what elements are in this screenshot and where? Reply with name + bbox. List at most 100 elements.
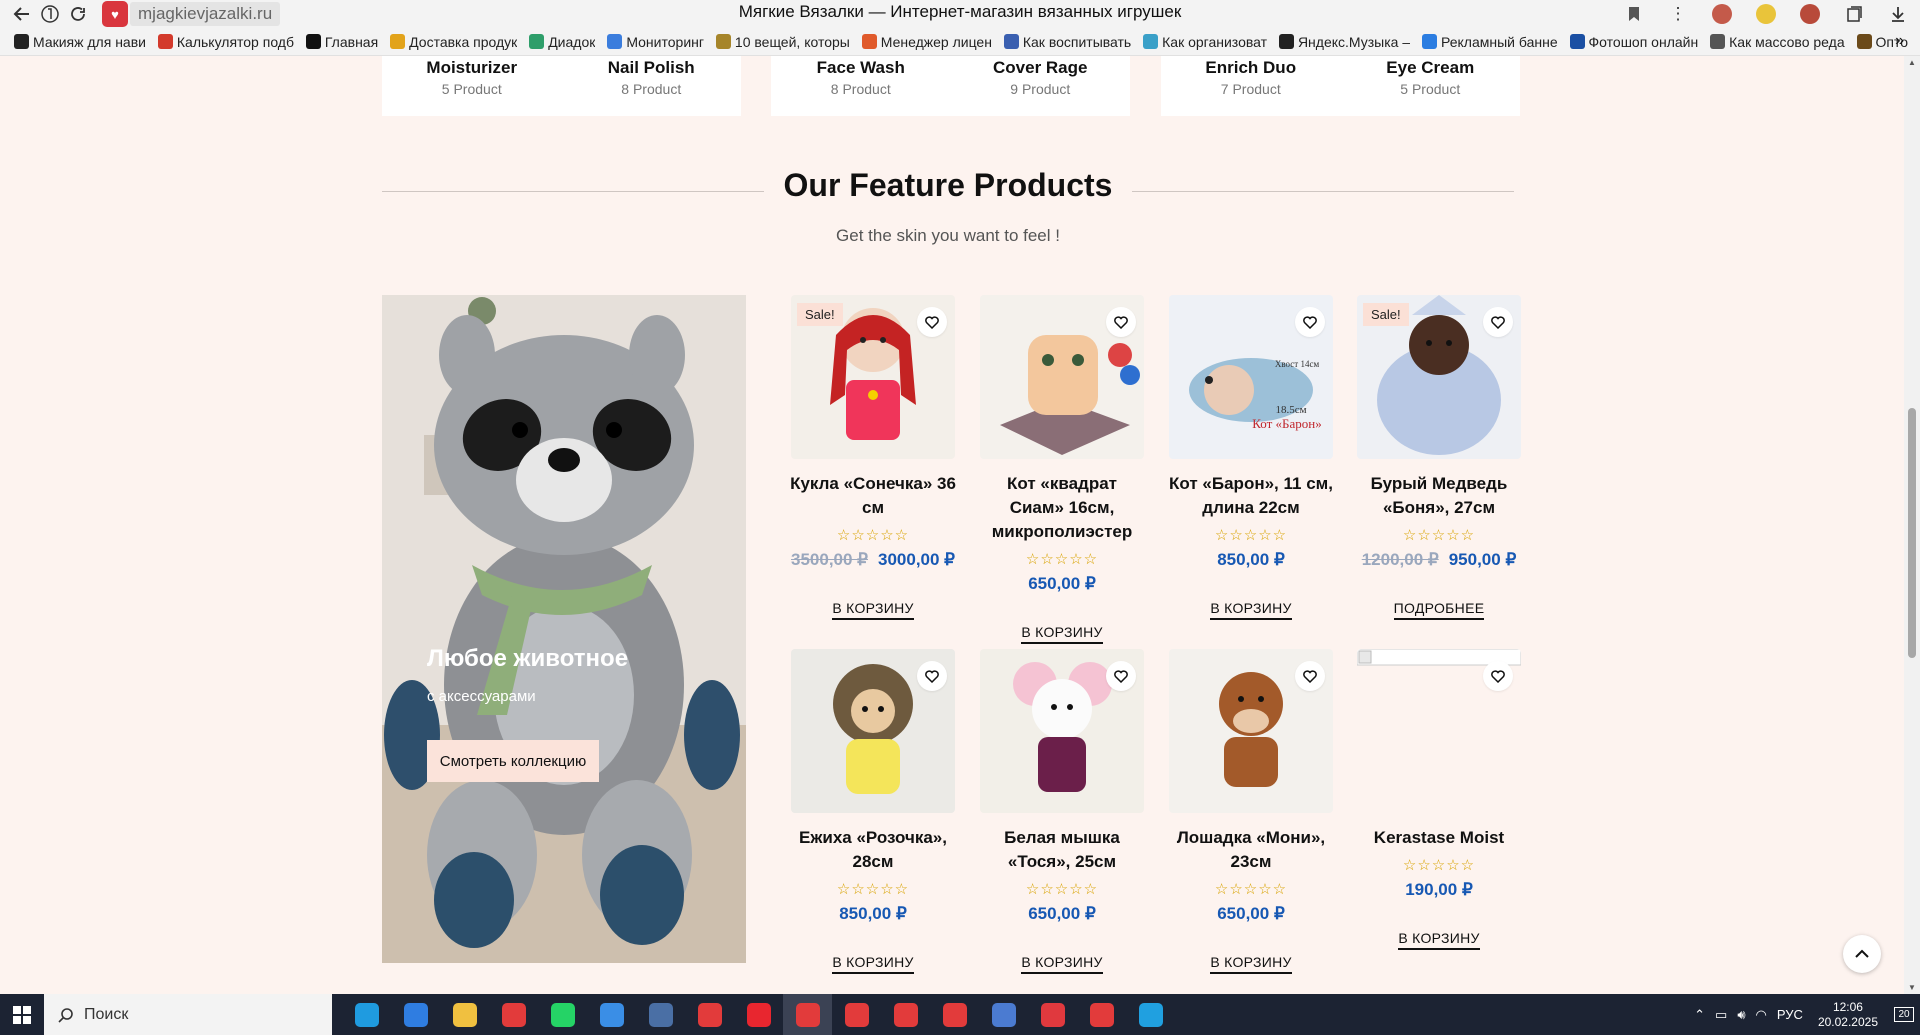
reload-icon[interactable] [64,0,92,28]
bookmark-item[interactable]: Главная [305,34,378,50]
category-item[interactable]: Cover Rage 9 Product [951,56,1131,116]
bookmark-item[interactable]: Фотошоп онлайн [1569,34,1698,50]
taskbar-app[interactable] [636,994,685,1035]
product-name[interactable]: Kerastase Moist [1354,826,1524,850]
taskbar-app[interactable] [930,994,979,1035]
category-name[interactable]: Moisturizer [382,58,562,78]
menu-dots-icon[interactable]: ⋮ [1656,0,1700,28]
product-name[interactable]: Кот «квадрат Сиам» 16см, микрополиэстер [977,472,1147,544]
add-to-cart-button[interactable]: В КОРЗИНУ [1021,954,1103,974]
product-name[interactable]: Кот «Барон», 11 см, длина 22см [1166,472,1336,520]
category-item[interactable]: Face Wash 8 Product [771,56,951,116]
product-card[interactable]: Лошадка «Мони», 23см ☆☆☆☆☆ 650,00 ₽ В КОРЗИ… [1166,649,1336,974]
product-card[interactable]: Sale! Бурый Медведь «Боня», 27см ☆☆☆☆☆ 1200… [1354,295,1524,620]
collection-banner[interactable]: Любое животное с аксессуарами Смотреть к… [382,295,746,963]
product-card[interactable]: Ежиха «Розочка», 28см ☆☆☆☆☆ 850,00 ₽ В КОРЗ… [788,649,958,974]
taskbar-app[interactable] [979,994,1028,1035]
view-collection-button[interactable]: Смотреть коллекцию [427,740,599,782]
category-item[interactable]: Moisturizer 5 Product [382,56,562,116]
details-button[interactable]: ПОДРОБНЕЕ [1393,600,1485,620]
bookmark-item[interactable]: Как массово реда [1710,34,1845,50]
product-image[interactable] [791,649,955,813]
category-item[interactable]: Eye Cream 5 Product [1341,56,1521,116]
product-image[interactable] [980,295,1144,459]
category-name[interactable]: Nail Polish [562,58,742,78]
taskbar-app[interactable] [1028,994,1077,1035]
volume-icon[interactable]: 🔊︎ [1737,1007,1745,1023]
wishlist-heart-icon[interactable] [1295,661,1325,691]
add-to-cart-button[interactable]: В КОРЗИНУ [832,954,914,974]
wishlist-heart-icon[interactable] [1295,307,1325,337]
bookmark-item[interactable]: Как организоват [1143,34,1267,50]
page-scrollbar[interactable]: ▲ ▼ [1904,56,1920,994]
collections-icon[interactable] [1832,0,1876,28]
taskbar-app[interactable] [685,994,734,1035]
scroll-to-top-button[interactable] [1843,935,1881,973]
product-image[interactable] [1357,649,1521,813]
taskbar-app[interactable] [1126,994,1175,1035]
product-image[interactable] [980,649,1144,813]
category-name[interactable]: Cover Rage [951,58,1131,78]
wishlist-heart-icon[interactable] [1106,307,1136,337]
start-button[interactable] [0,994,44,1035]
bookmark-item[interactable]: Яндекс.Музыка – [1278,34,1410,50]
product-name[interactable]: Белая мышка «Тося», 25см [977,826,1147,874]
wifi-icon[interactable]: ◠ [1756,1007,1767,1023]
product-card[interactable]: Белая мышка «Тося», 25см ☆☆☆☆☆ 650,00 ₽ В К… [977,649,1147,974]
taskbar-app[interactable] [342,994,391,1035]
product-card[interactable]: Sale! Кукла «Сонечка» 36 см ☆☆☆☆☆ 3500,00 ₽… [788,295,958,620]
scroll-up-arrow-icon[interactable]: ▲ [1908,58,1916,67]
product-name[interactable]: Кукла «Сонечка» 36 см [788,472,958,520]
product-image[interactable]: Sale! [1357,295,1521,459]
product-name[interactable]: Ежиха «Розочка», 28см [788,826,958,874]
bookmark-item[interactable]: Как воспитывать [1003,34,1131,50]
taskbar-app[interactable] [881,994,930,1035]
download-icon[interactable] [1876,0,1920,28]
category-item[interactable]: Enrich Duo 7 Product [1161,56,1341,116]
scroll-down-arrow-icon[interactable]: ▼ [1908,983,1916,992]
language-indicator[interactable]: РУС [1777,1007,1803,1022]
add-to-cart-button[interactable]: В КОРЗИНУ [1021,624,1103,644]
bookmark-item[interactable]: Менеджер лицен [861,34,992,50]
wishlist-heart-icon[interactable] [1106,661,1136,691]
product-image[interactable]: Sale! [791,295,955,459]
add-to-cart-button[interactable]: В КОРЗИНУ [1210,600,1292,620]
wishlist-heart-icon[interactable] [917,307,947,337]
add-to-cart-button[interactable]: В КОРЗИНУ [1398,930,1480,950]
product-image[interactable]: Хвост 14см 18.5см Кот «Барон» [1169,295,1333,459]
taskbar-app[interactable] [391,994,440,1035]
bookmark-item[interactable]: Мониторинг [607,34,704,50]
discount-extension-icon[interactable] [1744,0,1788,28]
product-card[interactable]: Кот «квадрат Сиам» 16см, микрополиэстер ☆… [977,295,1147,644]
bookmark-item[interactable]: Доставка продук [390,34,517,50]
category-name[interactable]: Face Wash [771,58,951,78]
notifications-button[interactable]: 20 [1888,994,1920,1035]
address-bar[interactable]: ♥ mjagkievjazalki.ru [102,1,281,27]
clock[interactable]: 12:06 20.02.2025 [1818,1000,1878,1030]
category-name[interactable]: Eye Cream [1341,58,1521,78]
chevron-up-icon[interactable]: ⌃ [1694,1007,1705,1023]
wishlist-heart-icon[interactable] [1483,661,1513,691]
bookmark-item[interactable]: Калькулятор подб [157,34,294,50]
category-name[interactable]: Enrich Duo [1161,58,1341,78]
yandex-logo-icon[interactable] [36,0,64,28]
taskbar-app[interactable] [832,994,881,1035]
taskbar-search[interactable]: Поиск [44,994,332,1035]
add-to-cart-button[interactable]: В КОРЗИНУ [1210,954,1292,974]
back-arrow-icon[interactable] [8,0,36,28]
taskbar-app[interactable] [783,994,832,1035]
product-image[interactable] [1169,649,1333,813]
bookmark-item[interactable]: Рекламный банне [1422,34,1558,50]
taskbar-app[interactable] [440,994,489,1035]
product-card[interactable]: Kerastase Moist ☆☆☆☆☆ 190,00 ₽ В КОРЗИНУ [1354,649,1524,950]
wishlist-heart-icon[interactable] [1483,307,1513,337]
url-text[interactable]: mjagkievjazalki.ru [130,2,281,26]
taskbar-app[interactable] [1077,994,1126,1035]
network-icon[interactable]: ▭ [1715,1007,1727,1023]
bookmark-item[interactable]: Диадок [529,34,595,50]
taskbar-app[interactable] [538,994,587,1035]
wishlist-heart-icon[interactable] [917,661,947,691]
bookmark-item[interactable]: Макияж для нави [14,34,146,50]
extension-avatar-icon[interactable] [1788,0,1832,28]
product-name[interactable]: Бурый Медведь «Боня», 27см [1354,472,1524,520]
